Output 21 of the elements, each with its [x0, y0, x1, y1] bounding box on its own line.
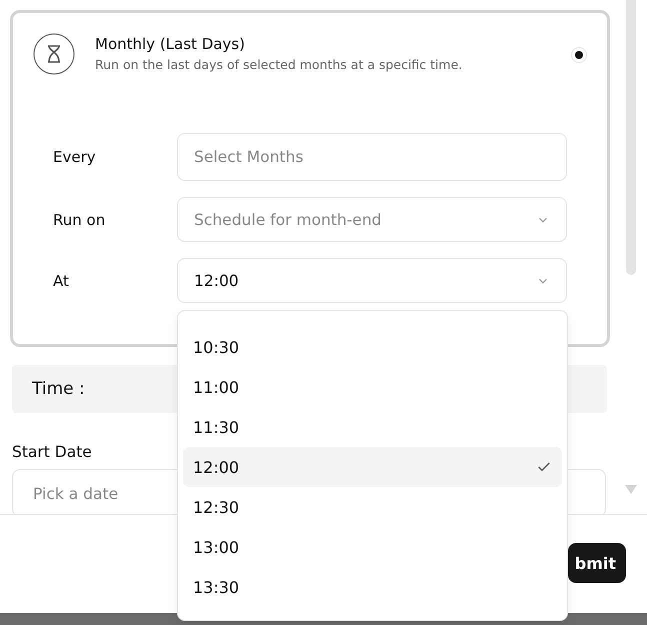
radio-button[interactable]: [571, 47, 587, 63]
scrollbar[interactable]: [626, 0, 636, 275]
input-field[interactable]: Select Months: [177, 133, 567, 181]
option-description: Run on the last days of selected months at a specific time.: [95, 57, 464, 72]
field-label: Run on: [53, 210, 106, 228]
select-field[interactable]: Schedule for month-end: [177, 197, 567, 242]
start-date-label: Start Date: [12, 443, 93, 461]
field-label: Every: [53, 148, 97, 166]
scroll-down-icon: [625, 485, 637, 494]
option-title: Monthly (Last Days): [95, 35, 246, 53]
hourglass-icon: [33, 33, 75, 75]
field-label: At: [53, 272, 70, 290]
time-option[interactable]: 11:00: [183, 367, 562, 407]
time-option[interactable]: 13:30: [183, 567, 562, 607]
time-option[interactable]: 12:30: [183, 487, 562, 527]
time-option[interactable]: 13:00: [183, 527, 562, 567]
time-option[interactable]: 12:00: [183, 447, 562, 487]
time-label: Time :: [32, 379, 85, 399]
time-option[interactable]: 11:30: [183, 407, 562, 447]
select-field[interactable]: 12:00: [177, 258, 567, 303]
submit-button[interactable]: bmit: [568, 543, 626, 583]
